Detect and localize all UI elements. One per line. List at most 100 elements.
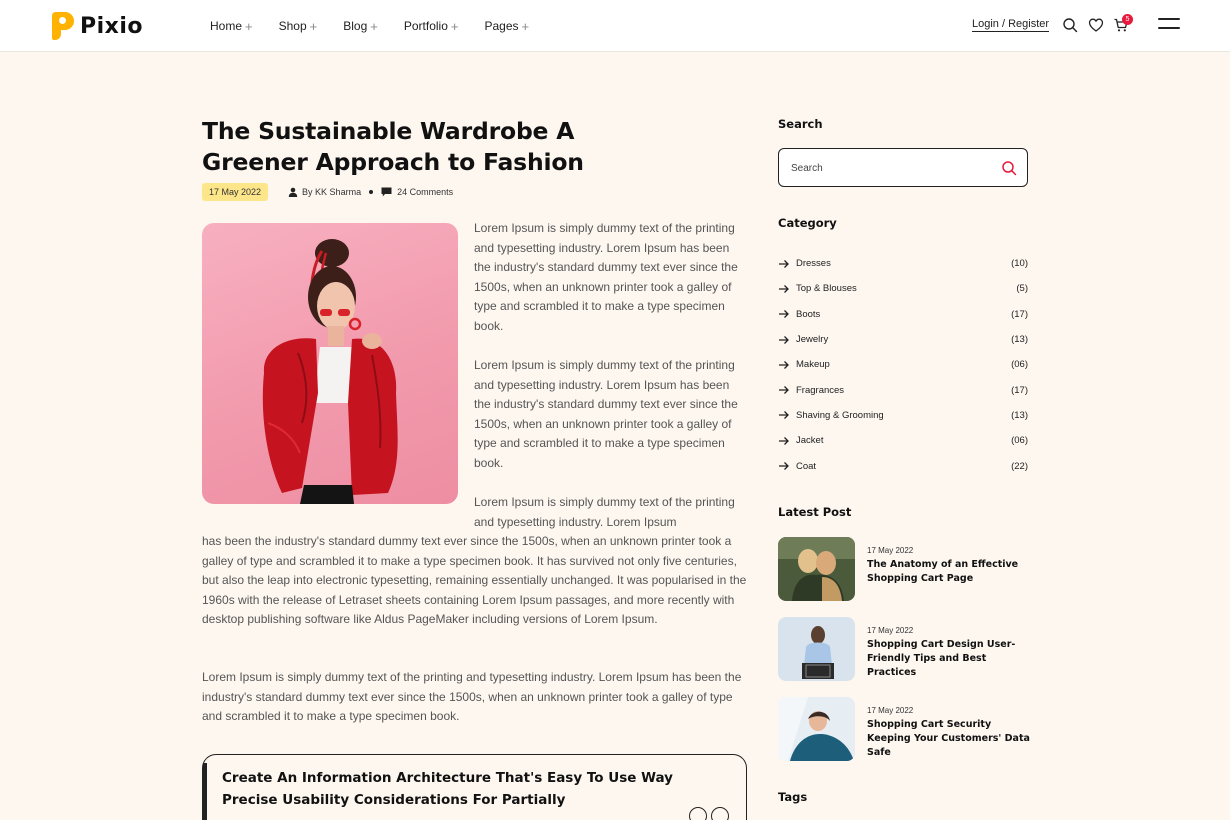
search-box bbox=[778, 148, 1028, 187]
category-count: (10) bbox=[1011, 258, 1028, 270]
category-count: (13) bbox=[1011, 334, 1028, 346]
category-name: Makeup bbox=[796, 359, 830, 371]
arrow-right-icon bbox=[779, 462, 789, 470]
plus-icon: + bbox=[309, 18, 318, 34]
category-item[interactable]: Boots (17) bbox=[778, 302, 1028, 327]
category-count: (5) bbox=[1016, 283, 1028, 295]
post-thumbnail-art bbox=[778, 617, 855, 681]
arrow-right-icon bbox=[779, 386, 789, 395]
category-name: Jacket bbox=[796, 435, 824, 447]
blockquote-text: Create An Information Architecture That'… bbox=[222, 770, 673, 808]
arrow-right-icon bbox=[779, 310, 789, 319]
article-paragraph-4: Lorem Ipsum is simply dummy text of the … bbox=[202, 670, 742, 724]
arrow-right-icon bbox=[779, 259, 789, 268]
menu-icon[interactable] bbox=[1158, 18, 1180, 32]
nav-item-home[interactable]: Home + bbox=[210, 19, 253, 34]
search-input[interactable] bbox=[791, 160, 991, 176]
search-submit-icon[interactable] bbox=[1001, 160, 1017, 176]
category-count: (06) bbox=[1011, 435, 1028, 447]
arrow-right-icon bbox=[779, 335, 789, 344]
post-date: 17 May 2022 bbox=[867, 546, 914, 555]
category-item[interactable]: Makeup (06) bbox=[778, 352, 1028, 377]
nav-item-label: Portfolio bbox=[403, 19, 448, 33]
category-count: (17) bbox=[1011, 308, 1028, 320]
article-author[interactable]: By KK Sharma bbox=[288, 187, 361, 197]
comment-icon bbox=[381, 187, 392, 197]
article-title: The Sustainable Wardrobe A Greener Appro… bbox=[202, 117, 584, 176]
post-title[interactable]: Shopping Cart Design User-Friendly Tips … bbox=[867, 638, 1032, 680]
category-item[interactable]: Coat (22) bbox=[778, 453, 1028, 478]
post-thumbnail bbox=[778, 537, 855, 601]
nav-item-label: Home bbox=[210, 19, 243, 33]
post-thumbnail bbox=[778, 617, 855, 681]
nav-item-portfolio[interactable]: Portfolio + bbox=[404, 19, 459, 34]
category-name: Dresses bbox=[796, 258, 831, 270]
woman-photo-illustration bbox=[262, 239, 398, 504]
nav-item-label: Shop bbox=[278, 19, 307, 33]
site-header: Pixio Home + Shop + Blog + Portfolio + Pages… bbox=[0, 0, 1230, 52]
category-item[interactable]: Top & Blouses (5) bbox=[778, 276, 1028, 301]
article-paragraph-1: Lorem Ipsum is simply dummy text of the … bbox=[474, 221, 738, 333]
plus-icon: + bbox=[450, 18, 459, 34]
category-item[interactable]: Jacket (06) bbox=[778, 428, 1028, 453]
arrow-right-icon bbox=[779, 436, 789, 445]
arrow-right-icon bbox=[779, 284, 789, 293]
category-item[interactable]: Shaving & Grooming (13) bbox=[778, 403, 1028, 428]
category-name: Jewelry bbox=[796, 334, 829, 346]
category-name: Shaving & Grooming bbox=[796, 409, 884, 421]
post-title[interactable]: Shopping Cart Security Keeping Your Cust… bbox=[867, 718, 1032, 760]
author-name: By KK Sharma bbox=[302, 187, 362, 197]
post-thumbnail-art bbox=[778, 697, 855, 761]
article-hero-image bbox=[202, 223, 458, 504]
category-heading: Category bbox=[778, 216, 837, 230]
tags-heading: Tags bbox=[778, 790, 808, 804]
plus-icon: + bbox=[245, 18, 253, 34]
latest-post-heading: Latest Post bbox=[778, 505, 852, 519]
article-date-badge: 17 May 2022 bbox=[202, 183, 269, 201]
article-meta: 17 May 2022 By KK Sharma 24 Comments bbox=[202, 183, 453, 201]
logo[interactable]: Pixio bbox=[52, 11, 143, 41]
plus-icon: + bbox=[521, 18, 530, 34]
category-name: Boots bbox=[796, 308, 821, 320]
post-thumbnail bbox=[778, 697, 855, 761]
category-name: Coat bbox=[796, 460, 817, 472]
nav-item-label: Pages bbox=[484, 19, 519, 33]
heart-icon[interactable] bbox=[1088, 17, 1104, 33]
main-nav: Home + Shop + Blog + Portfolio + Pages + bbox=[210, 0, 555, 52]
post-date: 17 May 2022 bbox=[867, 626, 914, 635]
nav-item-label: Blog bbox=[343, 19, 368, 33]
article-comments[interactable]: 24 Comments bbox=[381, 187, 453, 197]
post-date: 17 May 2022 bbox=[867, 706, 914, 715]
category-name: Fragrances bbox=[796, 384, 845, 396]
plus-icon: + bbox=[370, 18, 378, 34]
latest-post-item[interactable]: 17 May 2022 Shopping Cart Security Keepi… bbox=[778, 697, 1030, 761]
search-heading: Search bbox=[778, 117, 823, 131]
search-icon[interactable] bbox=[1062, 17, 1078, 33]
article-paragraph-3: Lorem Ipsum is simply dummy text of the … bbox=[474, 495, 735, 529]
category-list: Dresses (10) Top & Blouses (5) Boots (17… bbox=[778, 251, 1028, 479]
category-count: (22) bbox=[1011, 460, 1028, 472]
meta-separator bbox=[369, 190, 374, 194]
category-count: (17) bbox=[1011, 384, 1028, 396]
category-item[interactable]: Jewelry (13) bbox=[778, 327, 1028, 352]
category-item[interactable]: Fragrances (17) bbox=[778, 377, 1028, 402]
article-paragraph-2: Lorem Ipsum is simply dummy text of the … bbox=[474, 358, 738, 470]
nav-item-blog[interactable]: Blog + bbox=[343, 19, 378, 34]
nav-item-pages[interactable]: Pages + bbox=[484, 19, 529, 34]
login-register-link[interactable]: Login / Register bbox=[972, 18, 1050, 32]
logo-text: Pixio bbox=[80, 13, 144, 39]
user-icon bbox=[288, 187, 298, 197]
blockquote: Create An Information Architecture That'… bbox=[202, 754, 747, 820]
article-paragraph-3-continued: has been the industry's standard dummy t… bbox=[202, 534, 747, 627]
cart-count-badge: 5 bbox=[1122, 14, 1133, 25]
latest-post-item[interactable]: 17 May 2022 The Anatomy of an Effective … bbox=[778, 537, 1030, 601]
nav-item-shop[interactable]: Shop + bbox=[279, 19, 318, 34]
category-item[interactable]: Dresses (10) bbox=[778, 251, 1028, 276]
post-thumbnail-art bbox=[778, 537, 855, 601]
comment-count: 24 Comments bbox=[397, 187, 454, 197]
category-count: (13) bbox=[1011, 409, 1028, 421]
post-title[interactable]: The Anatomy of an Effective Shopping Car… bbox=[867, 558, 1032, 586]
latest-post-item[interactable]: 17 May 2022 Shopping Cart Design User-Fr… bbox=[778, 617, 1030, 681]
quote-icon bbox=[689, 807, 733, 820]
blockquote-bar bbox=[203, 763, 207, 820]
